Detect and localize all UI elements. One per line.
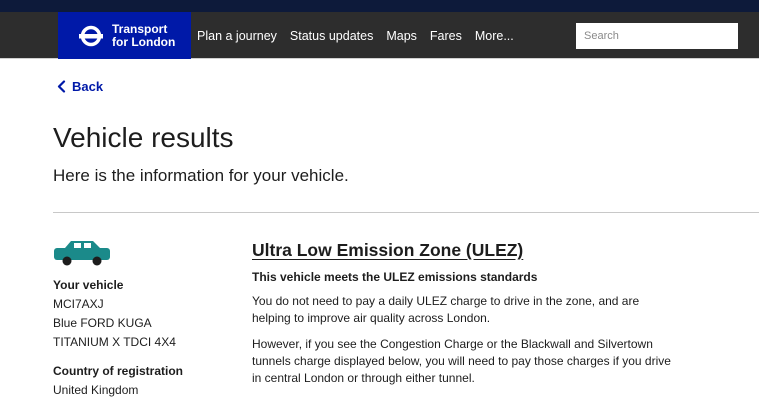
vehicle-make: Blue FORD KUGA: [53, 316, 152, 330]
tfl-logo[interactable]: Transport for London: [58, 12, 191, 59]
ulez-paragraph-1: You do not need to pay a daily ULEZ char…: [252, 294, 640, 325]
nav-maps[interactable]: Maps: [386, 29, 417, 43]
vehicle-registration: MCI7AXJ: [53, 297, 104, 311]
ulez-status: This vehicle meets the ULEZ emissions st…: [252, 270, 538, 284]
search-input[interactable]: [576, 23, 738, 49]
page-subtitle: Here is the information for your vehicle…: [53, 166, 349, 185]
ulez-section: Ultra Low Emission Zone (ULEZ) This vehi…: [252, 240, 672, 387]
logo-text: Transport for London: [112, 21, 176, 49]
car-icon: [53, 239, 111, 272]
top-strip: [0, 0, 759, 12]
tfl-roundel-icon: [79, 25, 103, 46]
nav-status-updates[interactable]: Status updates: [290, 29, 373, 43]
ulez-title-link[interactable]: Ultra Low Emission Zone (ULEZ): [252, 240, 672, 261]
back-link[interactable]: Back: [57, 79, 103, 94]
site-header: Transport for London Plan a journey Stat…: [0, 12, 759, 59]
page-title: Vehicle results: [53, 122, 234, 153]
logo-line-1: Transport: [112, 21, 168, 36]
ulez-paragraph-2: However, if you see the Congestion Charg…: [252, 337, 671, 385]
back-label: Back: [72, 79, 104, 94]
vehicle-details: Your vehicle MCI7AXJ Blue FORD KUGA TITA…: [53, 276, 233, 400]
divider: [53, 212, 759, 213]
country-value: United Kingdom: [53, 383, 139, 397]
nav-more[interactable]: More...: [475, 29, 514, 43]
nav-fares[interactable]: Fares: [430, 29, 462, 43]
your-vehicle-heading: Your vehicle: [53, 278, 124, 292]
nav-plan-a-journey[interactable]: Plan a journey: [197, 29, 277, 43]
logo-line-2: for London: [112, 34, 176, 49]
country-heading: Country of registration: [53, 364, 184, 378]
vehicle-model: TITANIUM X TDCI 4X4: [53, 335, 176, 349]
chevron-left-icon: [57, 80, 66, 93]
main-nav: Plan a journey Status updates Maps Fares…: [197, 12, 527, 59]
